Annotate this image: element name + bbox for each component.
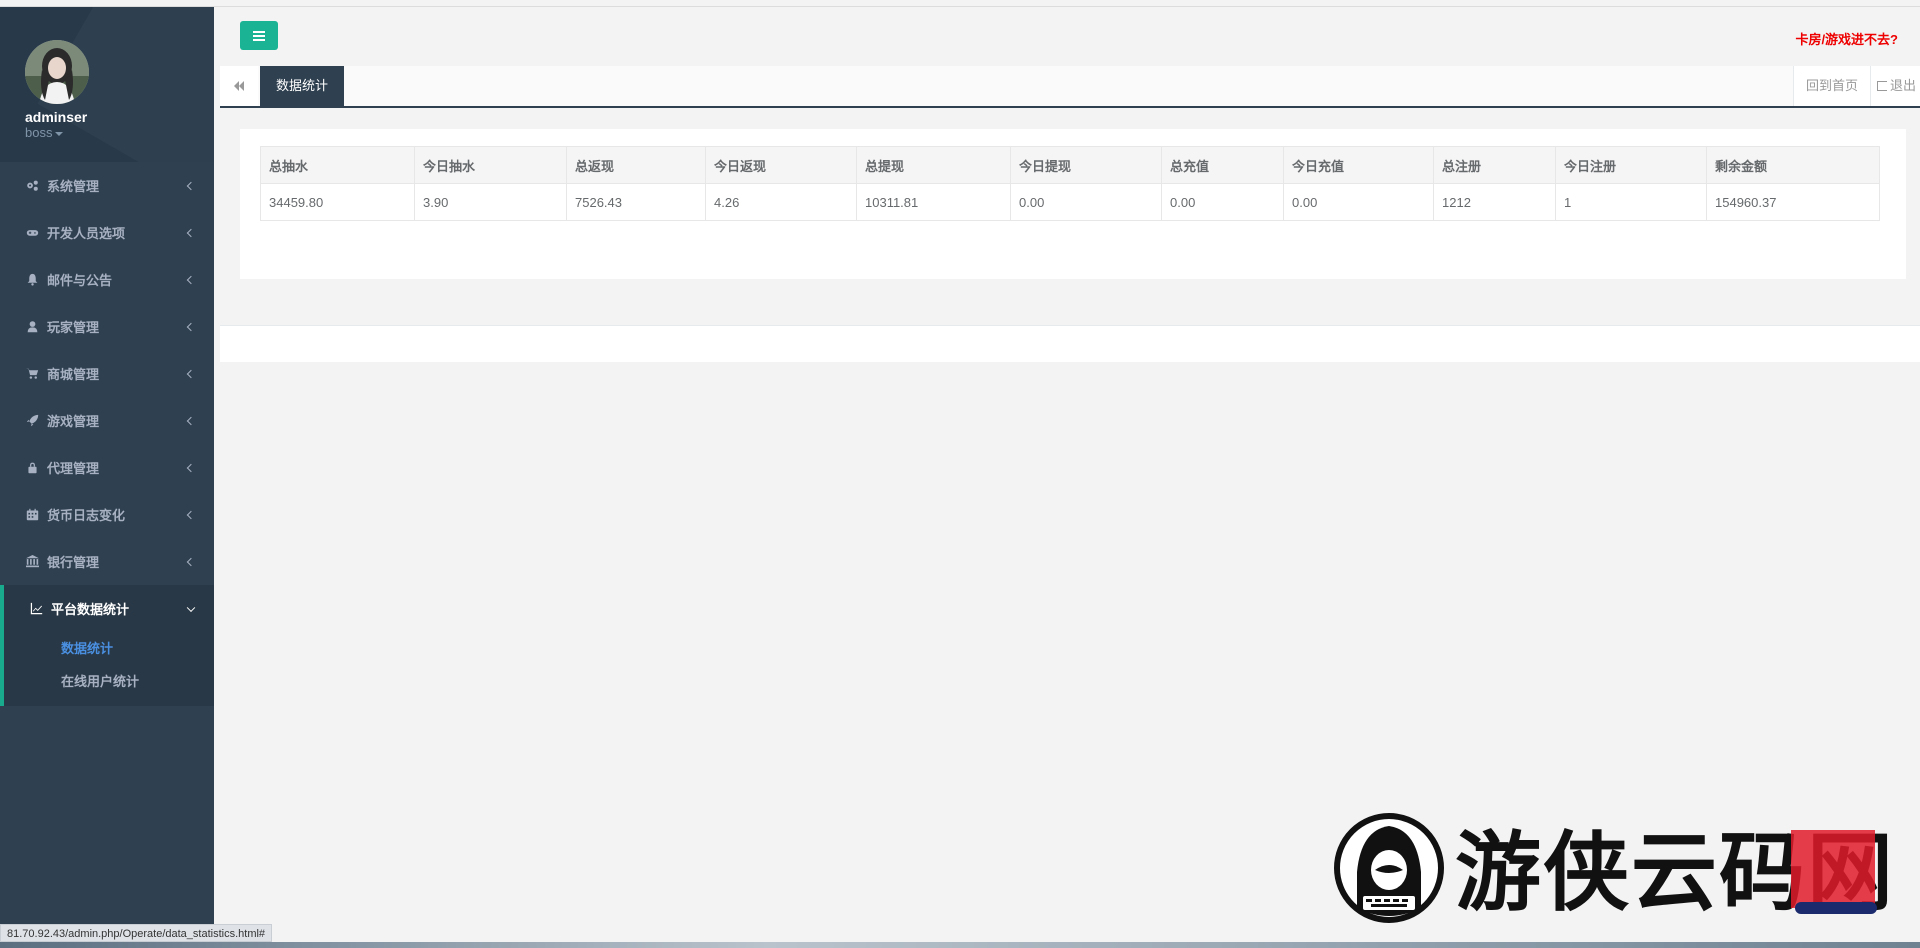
- profile-role: boss: [25, 125, 53, 140]
- sidebar-item-label: 货币日志变化: [47, 508, 126, 523]
- chevron-left-icon: [186, 510, 196, 519]
- footer: [220, 325, 1920, 362]
- chevron-left-icon: [186, 275, 196, 284]
- table-cell: 10311.81: [856, 183, 1011, 221]
- cart-icon: [25, 367, 39, 381]
- column-header: 今日充值: [1283, 146, 1434, 184]
- logout-label: 退出: [1890, 78, 1917, 93]
- table-cell: 7526.43: [566, 183, 706, 221]
- sidebar-item-system[interactable]: 系统管理: [0, 162, 214, 209]
- table-row: 34459.80 3.90 7526.43 4.26 10311.81 0.00…: [260, 183, 1880, 221]
- table-cell: 1212: [1433, 183, 1556, 221]
- gamepad-icon: [25, 226, 39, 240]
- table-cell: 0.00: [1283, 183, 1434, 221]
- column-header: 总注册: [1433, 146, 1556, 184]
- profile-role-dropdown[interactable]: boss: [25, 125, 214, 140]
- column-header: 总返现: [566, 146, 706, 184]
- column-header: 今日抽水: [414, 146, 567, 184]
- sidebar-item-label: 商城管理: [47, 367, 100, 382]
- main-area: 卡房/游戏进不去? 数据统计 回到首页 退出 总抽水 今日抽水 总返现 今日返现…: [214, 7, 1920, 948]
- double-chevron-left-icon: [234, 81, 244, 91]
- table-cell: 0.00: [1010, 183, 1162, 221]
- chevron-left-icon: [186, 463, 196, 472]
- menu-toggle-button[interactable]: [240, 21, 278, 50]
- column-header: 总充值: [1161, 146, 1284, 184]
- notice-link[interactable]: 卡房/游戏进不去?: [1795, 29, 1898, 48]
- tab-scroll-left-button[interactable]: [220, 66, 258, 106]
- header: 卡房/游戏进不去?: [214, 7, 1920, 65]
- chevron-left-icon: [186, 557, 196, 566]
- column-header: 今日提现: [1010, 146, 1162, 184]
- subnav-item-data-stats[interactable]: 数据统计: [4, 632, 214, 665]
- table-cell: 4.26: [705, 183, 857, 221]
- calendar-icon: [25, 508, 39, 522]
- table-cell: 154960.37: [1706, 183, 1880, 221]
- cogs-icon: [25, 179, 39, 193]
- table-cell: 0.00: [1161, 183, 1284, 221]
- table-header-row: 总抽水 今日抽水 总返现 今日返现 总提现 今日提现 总充值 今日充值 总注册 …: [260, 146, 1880, 184]
- table-cell: 1: [1555, 183, 1707, 221]
- bell-icon: [25, 273, 39, 287]
- sidebar-item-developer[interactable]: 开发人员选项: [0, 209, 214, 256]
- chevron-down-icon: [186, 603, 196, 612]
- stats-table: 总抽水 今日抽水 总返现 今日返现 总提现 今日提现 总充值 今日充值 总注册 …: [260, 146, 1880, 221]
- sidebar-group-platform-stats: 平台数据统计 数据统计 在线用户统计: [0, 585, 214, 706]
- sidebar-item-bank[interactable]: 银行管理: [0, 538, 214, 585]
- status-bar-url: 81.70.92.43/admin.php/Operate/data_stati…: [0, 924, 273, 942]
- column-header: 今日注册: [1555, 146, 1707, 184]
- sidebar-item-mail[interactable]: 邮件与公告: [0, 256, 214, 303]
- bank-icon: [25, 555, 39, 569]
- chevron-left-icon: [186, 369, 196, 378]
- taskbar-strip: [0, 942, 1920, 948]
- sidebar-nav: 系统管理 开发人员选项 邮件与公告 玩家管理 商城管理 游戏管理 代理管理 货币…: [0, 162, 214, 585]
- watermark-logo: 游侠云码网: [1334, 813, 1893, 923]
- sidebar-item-shop[interactable]: 商城管理: [0, 350, 214, 397]
- column-header: 今日返现: [705, 146, 857, 184]
- tabs-bar: 数据统计 回到首页 退出: [220, 66, 1920, 108]
- chevron-left-icon: [186, 181, 196, 190]
- line-chart-icon: [29, 602, 43, 616]
- table-cell: 34459.80: [260, 183, 415, 221]
- sidebar: adminser boss 系统管理 开发人员选项 邮件与公告 玩家管理 商城管…: [0, 7, 214, 948]
- logout-button[interactable]: 退出: [1870, 66, 1920, 106]
- stats-panel: 总抽水 今日抽水 总返现 今日返现 总提现 今日提现 总充值 今日充值 总注册 …: [240, 129, 1906, 279]
- avatar[interactable]: [25, 40, 89, 104]
- column-header: 总提现: [856, 146, 1011, 184]
- rocket-icon: [25, 414, 39, 428]
- hamburger-icon: [253, 34, 265, 37]
- sidebar-item-label: 邮件与公告: [47, 273, 113, 288]
- subnav-item-online-users[interactable]: 在线用户统计: [4, 665, 214, 698]
- column-header: 剩余金额: [1706, 146, 1880, 184]
- caret-down-icon: [55, 131, 64, 136]
- sidebar-item-platform-stats[interactable]: 平台数据统计: [4, 585, 214, 632]
- sidebar-item-label: 开发人员选项: [47, 226, 126, 241]
- top-line: [0, 0, 1920, 7]
- sidebar-item-games[interactable]: 游戏管理: [0, 397, 214, 444]
- sidebar-item-label: 平台数据统计: [51, 602, 130, 617]
- sidebar-item-players[interactable]: 玩家管理: [0, 303, 214, 350]
- user-icon: [25, 320, 39, 334]
- sidebar-item-label: 玩家管理: [47, 320, 100, 335]
- lock-icon: [25, 461, 39, 475]
- chevron-left-icon: [186, 416, 196, 425]
- sidebar-item-label: 代理管理: [47, 461, 100, 476]
- sidebar-subnav: 数据统计 在线用户统计: [4, 632, 214, 706]
- table-cell: 3.90: [414, 183, 567, 221]
- sidebar-item-label: 系统管理: [47, 179, 100, 194]
- sidebar-item-currency-log[interactable]: 货币日志变化: [0, 491, 214, 538]
- tab-data-stats[interactable]: 数据统计: [260, 66, 345, 106]
- sidebar-item-label: 游戏管理: [47, 414, 100, 429]
- chevron-left-icon: [186, 228, 196, 237]
- profile-name: adminser: [25, 109, 88, 125]
- home-button[interactable]: 回到首页: [1792, 66, 1870, 106]
- profile-panel: adminser boss: [0, 7, 214, 162]
- column-header: 总抽水: [260, 146, 415, 184]
- sidebar-item-label: 银行管理: [47, 555, 100, 570]
- chevron-left-icon: [186, 322, 196, 331]
- sign-out-icon: [1877, 81, 1887, 91]
- sidebar-item-agents[interactable]: 代理管理: [0, 444, 214, 491]
